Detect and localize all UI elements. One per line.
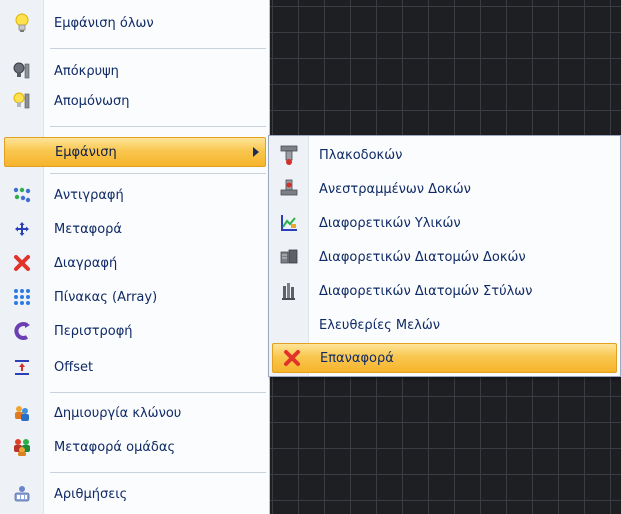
clone-icon: [0, 398, 44, 428]
column-sections-icon: [269, 274, 309, 308]
submenu-item-member-releases[interactable]: Ελευθερίες Μελών: [269, 308, 620, 342]
offset-icon: [0, 352, 44, 382]
t-beam-icon: [269, 138, 309, 172]
submenu-item-label: Διαφορετικών Διατομών Δοκών: [319, 249, 526, 265]
submenu-item-label: Διαφορετικών Υλικών: [319, 215, 461, 231]
menu-item-move[interactable]: Μεταφορά: [0, 214, 268, 244]
menu-item-clone[interactable]: Δημιουργία κλώνου: [0, 398, 268, 428]
submenu-item-materials[interactable]: Διαφορετικών Υλικών: [269, 206, 620, 240]
menu-item-label: Offset: [54, 359, 94, 375]
submenu-item-t-beams[interactable]: Πλακοδοκών: [269, 138, 620, 172]
menu-item-offset[interactable]: Offset: [0, 352, 268, 382]
menu-item-numbering[interactable]: Αριθμήσεις: [0, 479, 268, 509]
move-icon: [0, 214, 44, 244]
lightbulb-on-icon: [0, 8, 44, 38]
menu-separator: [50, 48, 266, 49]
menu-item-show-submenu[interactable]: Εμφάνιση: [4, 137, 266, 167]
submenu-item-column-sections[interactable]: Διαφορετικών Διατομών Στύλων: [269, 274, 620, 308]
delete-icon: [0, 248, 44, 278]
numbering-icon: [0, 479, 44, 509]
menu-item-label: Αριθμήσεις: [54, 486, 128, 502]
menu-item-label: Απομόνωση: [54, 93, 130, 109]
menu-item-label: Δημιουργία κλώνου: [54, 405, 182, 421]
isolate-icon: [0, 86, 44, 116]
menu-item-rotate[interactable]: Περιστροφή: [0, 316, 268, 346]
menu-item-show-all[interactable]: Εμφάνιση όλων: [0, 8, 268, 38]
context-menu: Εμφάνιση όλων Απόκρυψη Απομόνωση Εμφάνισ…: [0, 0, 270, 514]
submenu-item-label: Ανεστραμμένων Δοκών: [319, 181, 471, 197]
menu-item-label: Αντιγραφή: [54, 187, 124, 203]
menu-item-isolate[interactable]: Απομόνωση: [0, 86, 268, 116]
menu-separator: [50, 392, 266, 393]
menu-item-label: Απόκρυψη: [54, 63, 119, 79]
menu-item-label: Μεταφορά ομάδας: [54, 439, 176, 455]
submenu-arrow-icon: [253, 147, 259, 157]
array-icon: [0, 282, 44, 312]
menu-separator: [50, 173, 266, 174]
submenu-item-inverted-beams[interactable]: Ανεστραμμένων Δοκών: [269, 172, 620, 206]
reset-icon: [273, 344, 310, 372]
show-submenu: Πλακοδοκών Ανεστραμμένων Δοκών Διαφορετι…: [268, 135, 621, 377]
menu-item-label: Μεταφορά: [54, 221, 122, 237]
menu-item-copy[interactable]: Αντιγραφή: [0, 180, 268, 210]
copy-icon: [0, 180, 44, 210]
menu-item-delete[interactable]: Διαγραφή: [0, 248, 268, 278]
submenu-item-label: Επαναφορά: [320, 350, 394, 366]
menu-item-label: Διαγραφή: [54, 255, 118, 271]
menu-separator: [50, 126, 266, 127]
menu-item-array[interactable]: Πίνακας (Array): [0, 282, 268, 312]
submenu-item-reset[interactable]: Επαναφορά: [272, 343, 617, 373]
group-move-icon: [0, 432, 44, 462]
submenu-item-beam-sections[interactable]: Διαφορετικών Διατομών Δοκών: [269, 240, 620, 274]
menu-item-group-move[interactable]: Μεταφορά ομάδας: [0, 432, 268, 462]
menu-item-label: Εμφάνιση όλων: [54, 15, 154, 31]
beam-sections-icon: [269, 240, 309, 274]
menu-item-label: Περιστροφή: [54, 323, 133, 339]
submenu-item-label: Πλακοδοκών: [319, 147, 403, 163]
menu-separator: [50, 472, 266, 473]
menu-item-label: Εμφάνιση: [55, 144, 117, 160]
inverted-beam-icon: [269, 172, 309, 206]
menu-item-label: Πίνακας (Array): [54, 289, 158, 305]
menu-item-hide[interactable]: Απόκρυψη: [0, 56, 268, 86]
rotate-icon: [0, 316, 44, 346]
submenu-item-label: Ελευθερίες Μελών: [319, 317, 440, 333]
materials-icon: [269, 206, 309, 240]
hide-icon: [0, 56, 44, 86]
submenu-item-label: Διαφορετικών Διατομών Στύλων: [319, 283, 533, 299]
